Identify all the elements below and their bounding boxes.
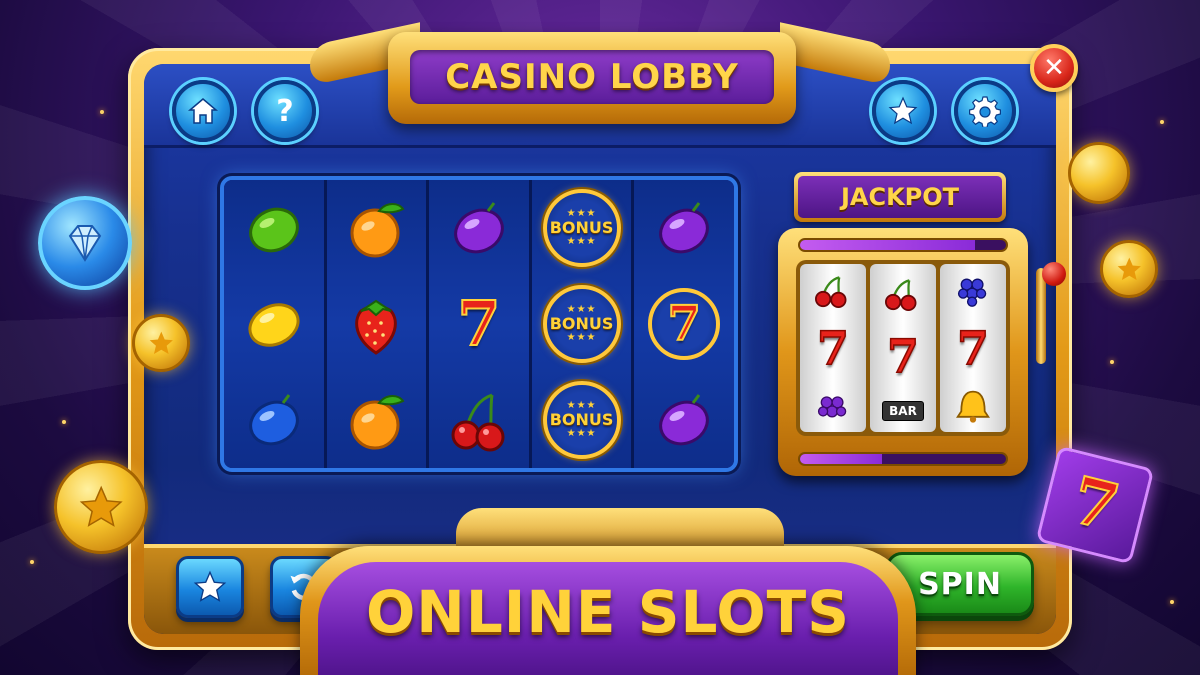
grapes-icon <box>817 395 847 418</box>
reel-2 <box>326 180 430 468</box>
banner-title: ONLINE SLOTS <box>365 578 851 646</box>
bonus-symbol: ★★★ BONUS ★★★ <box>542 381 621 459</box>
seven-icon: 7 <box>886 329 920 383</box>
bonus-symbol: ★★★ BONUS ★★★ <box>542 189 621 267</box>
sparkle <box>1160 120 1164 124</box>
bonus-symbol: ★★★ BONUS ★★★ <box>542 285 621 363</box>
jackpot-machine[interactable]: 7 7 BAR 7 <box>778 228 1028 476</box>
slot-reels: 7 ★★★ BONUS ★★★ ★★★ BONUS ★★★ ★★★ BONUS … <box>220 176 738 472</box>
close-button[interactable]: ✕ <box>1030 44 1078 92</box>
plum-symbol <box>444 193 514 263</box>
reel-1 <box>224 180 327 468</box>
gold-coin <box>54 460 148 554</box>
gold-coin <box>1068 142 1130 204</box>
star-icon <box>888 96 918 125</box>
jackpot-meter-bottom <box>798 452 1008 466</box>
cherry-icon <box>815 276 847 309</box>
seven-icon: 7 <box>816 320 850 375</box>
jackpot-reel-1: 7 <box>800 264 866 432</box>
gold-coin <box>1100 240 1158 298</box>
favorite-button[interactable] <box>176 556 244 618</box>
home-button[interactable] <box>172 80 234 142</box>
gold-coin <box>132 314 190 372</box>
lemon-symbol <box>239 289 309 359</box>
strawberry-symbol <box>341 289 411 359</box>
help-button[interactable]: ? <box>254 80 316 142</box>
sparkle <box>62 420 66 424</box>
grapes-icon <box>957 278 987 308</box>
online-slots-banner: ONLINE SLOTS <box>300 546 916 675</box>
star-icon <box>149 331 173 354</box>
lime-symbol <box>239 193 309 263</box>
jackpot-reel-2: 7 BAR <box>870 264 936 432</box>
sparkle <box>100 110 104 114</box>
reel-3: 7 <box>429 180 532 468</box>
question-icon: ? <box>276 93 294 129</box>
jackpot-reel-3: 7 <box>940 264 1006 432</box>
reel-4: ★★★ BONUS ★★★ ★★★ BONUS ★★★ ★★★ BONUS ★★… <box>531 180 635 468</box>
jackpot-window: 7 7 BAR 7 <box>796 260 1010 436</box>
sparkle <box>30 560 34 564</box>
page-title: CASINO LOBBY <box>445 57 739 97</box>
diamond-icon <box>68 225 102 262</box>
home-icon <box>187 98 219 124</box>
plum-symbol <box>649 385 719 455</box>
settings-button[interactable] <box>954 80 1016 142</box>
favorites-button[interactable] <box>872 80 934 142</box>
seven-badge-symbol: 7 <box>648 287 721 360</box>
sparkle <box>1110 360 1114 364</box>
plum-symbol <box>649 193 719 263</box>
title-plaque: CASINO LOBBY <box>388 32 796 124</box>
gear-icon <box>969 96 1001 127</box>
jackpot-meter-top <box>798 238 1008 252</box>
cherry-symbol <box>444 385 514 455</box>
lever-knob[interactable] <box>1042 262 1066 286</box>
star-icon <box>79 485 123 527</box>
cherry-icon <box>885 279 917 311</box>
reel-5: 7 <box>634 180 734 468</box>
orange-symbol <box>341 193 411 263</box>
blue-plum-symbol <box>239 385 309 455</box>
star-icon <box>1117 257 1141 280</box>
seven-symbol: 7 <box>456 287 501 360</box>
orange-symbol <box>341 385 411 455</box>
close-icon: ✕ <box>1043 53 1065 83</box>
title-inner: CASINO LOBBY <box>410 50 774 104</box>
jackpot-label: JACKPOT <box>794 172 1006 222</box>
seven-icon: 7 <box>956 320 990 375</box>
bell-icon <box>956 390 990 423</box>
star-icon <box>193 570 227 602</box>
diamond-coin <box>38 196 132 290</box>
bar-symbol: BAR <box>882 401 924 421</box>
sparkle <box>1170 600 1174 604</box>
